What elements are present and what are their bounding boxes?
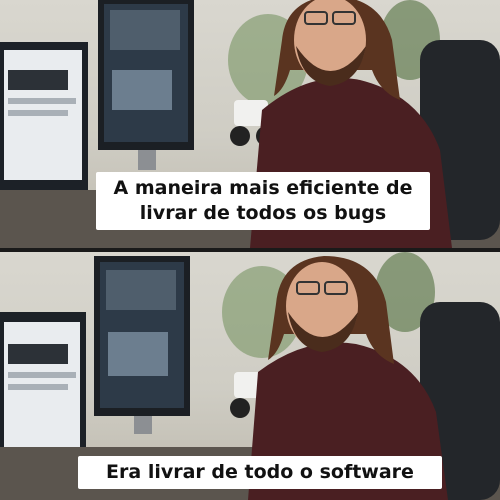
top-meme-panel: A maneira mais eficiente de livrar de to… (0, 0, 500, 248)
bottom-meme-panel: Era livrar de todo o software (0, 252, 500, 500)
top-caption: A maneira mais eficiente de livrar de to… (96, 172, 430, 230)
bottom-caption: Era livrar de todo o software (78, 456, 442, 489)
